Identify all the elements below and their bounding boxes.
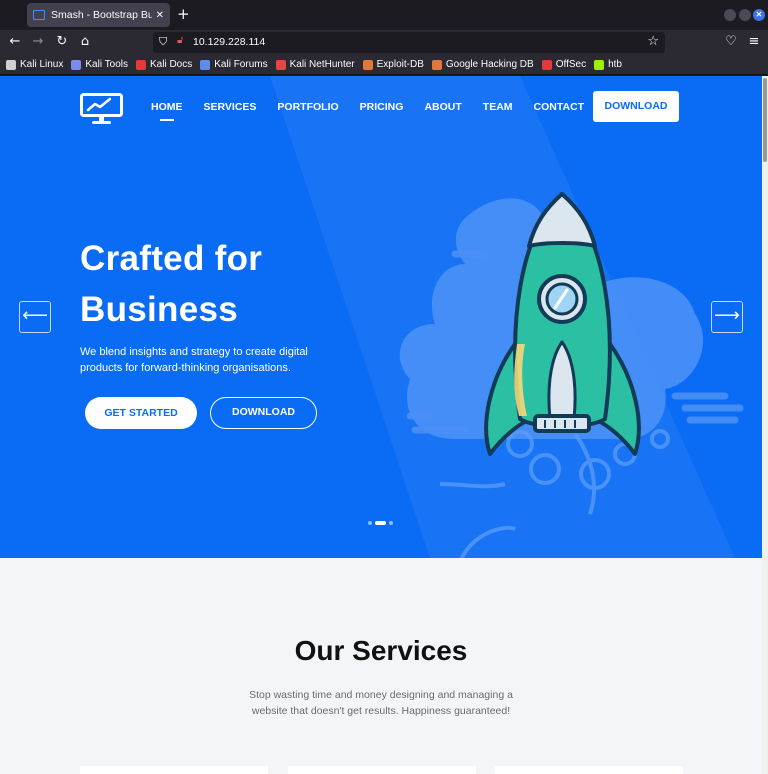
service-card (495, 766, 683, 774)
url-text[interactable]: 10.129.228.114 (193, 36, 265, 48)
new-tab-button[interactable]: + (177, 6, 190, 22)
kali-forums-icon (200, 59, 211, 70)
browser-nav-bar: ← → ↻ ⌂ ⛉ 🔓︎ 10.129.228.114 ☆ ♡ ≡ (0, 30, 768, 55)
tab-close-icon[interactable]: ✕ (156, 10, 164, 21)
home-icon[interactable]: ⌂ (76, 33, 94, 51)
carousel-prev-arrow-icon[interactable]: ⟵ (19, 301, 51, 333)
window-close-button[interactable]: ✕ (753, 9, 765, 21)
nav-item-about[interactable]: ABOUT (424, 101, 461, 113)
bookmark-label: Kali Forums (214, 59, 268, 70)
forward-arrow-icon[interactable]: → (29, 33, 47, 51)
nav-item-pricing[interactable]: PRICING (360, 101, 404, 113)
ghdb-icon (431, 59, 442, 70)
site-favicon-icon (33, 10, 45, 20)
services-title: Our Services (294, 635, 468, 666)
carousel-dot[interactable] (368, 521, 372, 525)
bookmark-label: Exploit-DB (376, 59, 424, 70)
menu-hamburger-icon[interactable]: ≡ (745, 33, 763, 51)
browser-tab-bar: Smash - Bootstrap Business ✕ + ✕ (0, 0, 768, 30)
nav-item-portfolio[interactable]: PORTFOLIO (277, 101, 338, 113)
bookmark-label: Kali Tools (85, 59, 128, 70)
browser-tab[interactable]: Smash - Bootstrap Business ✕ (27, 3, 170, 27)
offsec-icon (541, 59, 552, 70)
bookmark-item[interactable]: Kali Docs (135, 59, 193, 70)
tab-title: Smash - Bootstrap Business (51, 9, 152, 21)
nav-item-contact[interactable]: CONTACT (534, 101, 585, 113)
hero-title-line-2: Business (80, 290, 239, 329)
htb-cube-icon (594, 59, 605, 70)
scrollbar-thumb[interactable] (763, 78, 767, 162)
pocket-icon[interactable]: ♡ (722, 33, 740, 51)
bookmark-item[interactable]: Kali Linux (6, 59, 63, 70)
bookmark-label: Kali Docs (149, 59, 193, 70)
hero-title-line-1: Crafted for (80, 239, 263, 278)
insecure-lock-icon[interactable]: 🔓︎ (177, 35, 183, 46)
hero-section: HOME SERVICES PORTFOLIO PRICING ABOUT TEAM CON… (0, 76, 762, 558)
site-logo-monitor-icon[interactable] (80, 93, 124, 125)
reload-icon[interactable]: ↻ (53, 33, 71, 51)
kali-dragon-icon (6, 59, 16, 70)
bookmark-label: htb (608, 59, 622, 70)
nethunter-icon (275, 59, 286, 70)
carousel-dot[interactable] (375, 521, 386, 525)
url-bar[interactable]: ⛉ 🔓︎ 10.129.228.114 ☆ (153, 32, 665, 53)
bookmark-item[interactable]: Kali Forums (200, 59, 268, 70)
exploit-db-icon (362, 59, 373, 70)
nav-download-button[interactable]: DOWNLOAD (593, 91, 679, 122)
carousel-indicators (368, 521, 396, 525)
hero-title: Crafted for Business (80, 233, 262, 335)
tracking-shield-icon[interactable]: ⛉ (159, 35, 167, 49)
nav-item-services[interactable]: SERVICES (204, 101, 257, 113)
bookmark-label: Google Hacking DB (445, 59, 534, 70)
service-card (288, 766, 476, 774)
service-card (80, 766, 268, 774)
site-main-menu: HOME SERVICES PORTFOLIO PRICING ABOUT TEAM CON… (151, 101, 605, 121)
bookmark-item[interactable]: Exploit-DB (362, 59, 424, 70)
bookmark-label: Kali NetHunter (289, 59, 355, 70)
bookmark-item[interactable]: OffSec (541, 59, 587, 70)
kali-docs-icon (135, 59, 146, 70)
bookmark-item[interactable]: Google Hacking DB (431, 59, 534, 70)
hero-description: We blend insights and strategy to create… (80, 346, 308, 374)
bookmark-label: OffSec (555, 59, 587, 70)
nav-item-team[interactable]: TEAM (483, 101, 513, 113)
window-maximize-button[interactable] (739, 9, 751, 21)
hero-download-button[interactable]: DOWNLOAD (210, 397, 317, 429)
kali-tools-icon (71, 59, 82, 70)
bookmark-label: Kali Linux (20, 59, 64, 70)
page-viewport: HOME SERVICES PORTFOLIO PRICING ABOUT TEAM CON… (0, 76, 762, 774)
back-arrow-icon[interactable]: ← (6, 33, 24, 51)
bookmark-star-icon[interactable]: ☆ (647, 34, 659, 49)
page-scrollbar[interactable] (762, 76, 768, 774)
bookmarks-toolbar: Kali Linux Kali Tools Kali Docs Kali Forums… (0, 55, 768, 75)
rocket-illustration (399, 192, 744, 558)
nav-item-home[interactable]: HOME (151, 101, 183, 121)
bookmark-item[interactable]: Kali NetHunter (275, 59, 355, 70)
window-minimize-button[interactable] (724, 9, 736, 21)
bookmark-item[interactable]: htb (594, 59, 622, 70)
carousel-dot[interactable] (389, 521, 393, 525)
get-started-button[interactable]: GET STARTED (85, 397, 197, 429)
services-description: Stop wasting time and money designing an… (249, 689, 513, 717)
bookmark-item[interactable]: Kali Tools (71, 59, 128, 70)
